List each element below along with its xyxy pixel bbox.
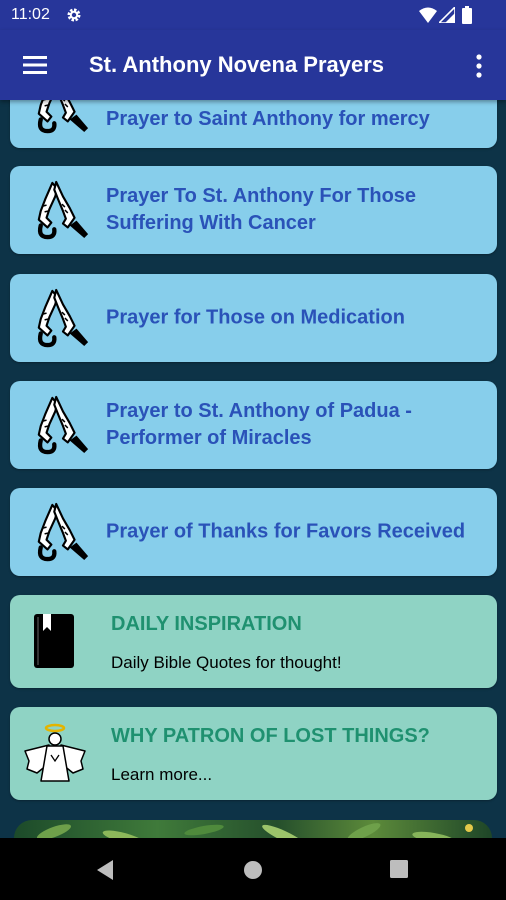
prayer-card-thanks[interactable]: Prayer of Thanks for Favors Received	[10, 488, 497, 576]
recents-icon[interactable]	[390, 860, 408, 878]
praying-hands-icon	[33, 178, 91, 242]
praying-hands-icon	[33, 393, 91, 457]
daily-inspiration-card[interactable]: DAILY INSPIRATION Daily Bible Quotes for…	[10, 595, 497, 688]
praying-hands-icon	[33, 500, 91, 564]
system-navigation-bar	[0, 838, 506, 900]
app-title: St. Anthony Novena Prayers	[89, 52, 385, 77]
prayer-label: Prayer To St. Anthony For Those Sufferin…	[106, 185, 417, 234]
cell-signal-icon	[439, 7, 455, 23]
prayer-card-cancer[interactable]: Prayer To St. Anthony For Those Sufferin…	[10, 166, 497, 254]
prayer-card-miracles[interactable]: Prayer to St. Anthony of Padua - Perform…	[10, 381, 497, 469]
praying-hands-icon	[33, 286, 91, 350]
lost-things-card[interactable]: WHY PATRON OF LOST THINGS? Learn more...	[10, 707, 497, 800]
status-time: 11:02	[11, 6, 50, 23]
lost-things-subtitle: Learn more...	[111, 765, 213, 784]
prayer-label: Prayer of Thanks for Favors Received	[106, 520, 466, 543]
angel-icon	[24, 723, 86, 782]
content-list[interactable]: Prayer to Saint Anthony for mercy Prayer…	[0, 100, 506, 838]
prayer-label: Prayer for Those on Medication	[106, 306, 405, 329]
prayer-card-medication[interactable]: Prayer for Those on Medication	[10, 274, 497, 362]
battery-icon	[462, 6, 472, 24]
daily-inspiration-title: DAILY INSPIRATION	[111, 613, 302, 635]
wifi-icon	[419, 7, 437, 23]
lost-things-title: WHY PATRON OF LOST THINGS?	[111, 725, 430, 747]
leaf-pattern-icon	[36, 823, 473, 838]
daily-inspiration-subtitle: Daily Bible Quotes for thought!	[111, 653, 342, 672]
home-icon[interactable]	[243, 860, 263, 880]
prayer-card-mercy[interactable]: Prayer to Saint Anthony for mercy	[10, 100, 497, 148]
prayer-label: Prayer to St. Anthony of Padua - Perform…	[106, 400, 412, 449]
status-bar: 11:02	[0, 0, 506, 30]
menu-icon[interactable]	[21, 53, 49, 77]
bible-book-icon	[34, 614, 74, 668]
settings-gear-icon	[67, 8, 81, 22]
nature-banner-image[interactable]	[14, 820, 492, 838]
back-icon[interactable]	[95, 859, 115, 881]
prayer-label: Prayer to Saint Anthony for mercy	[106, 108, 430, 130]
praying-hands-icon	[33, 100, 91, 136]
app-bar: St. Anthony Novena Prayers	[0, 30, 506, 100]
more-vert-icon[interactable]	[468, 52, 490, 80]
